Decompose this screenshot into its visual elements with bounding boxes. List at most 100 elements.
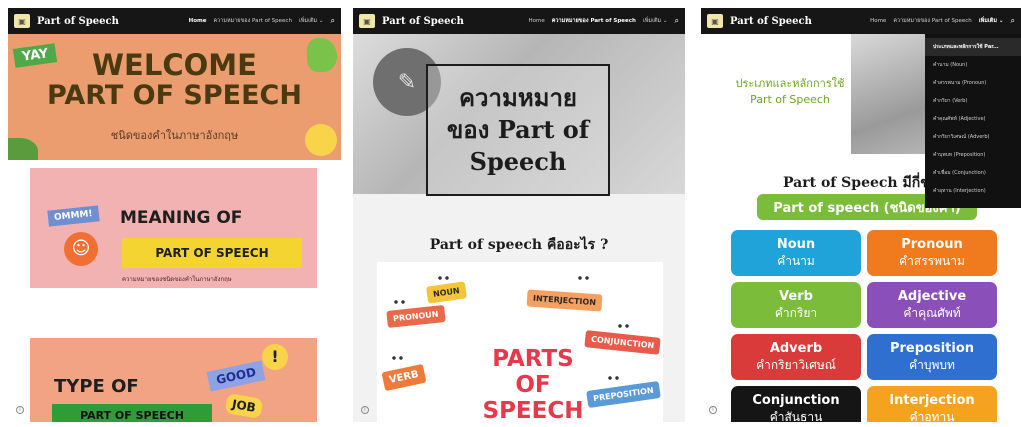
navbar: ▣ Part of Speech Home ความหมายของ Part o…	[8, 8, 341, 34]
welcome-title: WELCOME	[92, 48, 257, 82]
site-logo[interactable]: ▣	[707, 14, 723, 28]
tile-adjective[interactable]: Adjective คำคุณศัพท์	[867, 282, 997, 328]
site-title[interactable]: Part of Speech	[37, 16, 119, 27]
tile-verb[interactable]: Verb คำกริยา	[731, 282, 861, 328]
tile-th: คำนาม	[777, 254, 815, 268]
menu-item-conjunction[interactable]: คำเชื่อม (Conjunction)	[925, 164, 1021, 182]
screenshot-types: ▣ Part of Speech Home ความหมายของ Part o…	[701, 8, 1021, 422]
types-lead-line2: Part of Speech	[750, 93, 830, 106]
meaning-card[interactable]: OMMM! ☺ MEANING OF PART OF SPEECH ความหม…	[30, 168, 317, 288]
menu-item-verb[interactable]: คำกริยา (Verb)	[925, 92, 1021, 110]
question-heading: Part of speech คืออะไร ?	[429, 237, 609, 253]
nav-home[interactable]: Home	[529, 18, 545, 24]
nav-more[interactable]: เพิ่มเติม ⌄	[299, 17, 324, 25]
site-title[interactable]: Part of Speech	[730, 16, 812, 27]
tile-en: Adverb	[769, 341, 823, 356]
info-icon[interactable]: i	[16, 406, 24, 414]
meaning-title: MEANING OF	[120, 208, 243, 228]
tag-pronoun: PRONOUN	[386, 305, 446, 328]
count-heading: Part of Speech มีกี่ชนิ	[783, 175, 940, 191]
tile-conjunction[interactable]: Conjunction คำสันธาน	[731, 386, 861, 422]
navbar: ▣ Part of Speech Home ความหมายของ Part o…	[701, 8, 1021, 34]
hero-title-frame: ความหมาย ของ Part of Speech	[426, 64, 610, 196]
eyes-icon	[437, 274, 451, 282]
nav-more[interactable]: เพิ่มเติม ⌄	[979, 17, 1004, 25]
menu-item-adverb[interactable]: คำกริยาวิเศษณ์ (Adverb)	[925, 128, 1021, 146]
eyes-icon	[391, 354, 405, 362]
tile-th: คำกริยา	[774, 306, 818, 320]
tag-verb: VERB	[381, 363, 427, 392]
hero-title-line3: Speech	[469, 147, 567, 176]
menu-item-adjective[interactable]: คำคุณศัพท์ (Adjective)	[925, 110, 1021, 128]
flower-smiley-icon: ☺	[64, 232, 98, 266]
exclamation-sticker-icon: !	[262, 344, 288, 370]
tile-en: Adjective	[897, 289, 967, 304]
parts-line3: SPEECH	[482, 398, 584, 422]
parts-of-speech-text: PARTS OF SPEECH	[473, 346, 593, 422]
tag-noun: NOUN	[426, 281, 467, 304]
tile-interjection[interactable]: Interjection คำอุทาน	[867, 386, 997, 422]
welcome-banner: YAY WELCOME PART OF SPEECH ชนิดของคำในภา…	[8, 34, 341, 160]
menu-item-types[interactable]: ประเภทและหลักการใช้ Par...	[925, 38, 1021, 56]
menu-item-pronoun[interactable]: คำสรรพนาม (Pronoun)	[925, 74, 1021, 92]
menu-item-preposition[interactable]: คำบุพบท (Preposition)	[925, 146, 1021, 164]
nav-more[interactable]: เพิ่มเติม ⌄	[643, 17, 668, 25]
type-card[interactable]: ! TYPE OF PART OF SPEECH GOOD JOB	[30, 338, 317, 422]
eyes-icon	[607, 374, 621, 382]
tile-th: คำอุทาน	[909, 410, 955, 422]
ommm-sticker: OMMM!	[47, 205, 100, 227]
info-icon[interactable]: i	[361, 406, 369, 414]
eyes-icon	[617, 322, 631, 330]
meaning-box: PART OF SPEECH	[122, 238, 302, 268]
tag-interjection: INTERJECTION	[526, 289, 603, 312]
smiley-sticker-icon	[305, 124, 337, 156]
search-icon[interactable]: ⌕	[675, 16, 679, 26]
tile-en: Conjunction	[752, 393, 840, 408]
menu-item-interjection[interactable]: คำอุทาน (Interjection)	[925, 182, 1021, 200]
type-title: TYPE OF	[54, 376, 139, 397]
nav-home[interactable]: Home	[870, 18, 886, 24]
nav-home[interactable]: Home	[189, 18, 207, 24]
tile-th: คำคุณศัพท์	[903, 306, 961, 320]
tile-en: Noun	[776, 237, 816, 252]
tile-th: คำสรรพนาม	[899, 254, 965, 268]
tile-th: คำสันธาน	[769, 410, 823, 422]
tile-en: Interjection	[889, 393, 975, 408]
eyes-icon	[577, 274, 591, 282]
parts-line1: PARTS	[492, 346, 574, 372]
nav-meaning[interactable]: ความหมายของ Part of Speech	[893, 17, 971, 25]
menu-item-noun[interactable]: คำนาม (Noun)	[925, 56, 1021, 74]
nav-meaning[interactable]: ความหมายของ Part of Speech	[552, 17, 636, 25]
parts-of-speech-illustration: NOUN INTERJECTION PRONOUN CONJUNCTION VE…	[377, 262, 663, 422]
screenshot-welcome: ▣ Part of Speech Home ความหมายของ Part o…	[8, 8, 341, 422]
job-sticker: JOB	[224, 393, 264, 419]
site-logo[interactable]: ▣	[359, 14, 375, 28]
more-dropdown-menu: ประเภทและหลักการใช้ Par... คำนาม (Noun) …	[925, 34, 1021, 208]
nav-menu: Home ความหมายของ Part of Speech เพิ่มเติ…	[870, 16, 1015, 26]
types-lead: ประเภทและหลักการใช้ Part of Speech	[715, 76, 865, 108]
search-icon[interactable]: ⌕	[331, 16, 335, 26]
tile-th: คำกริยาวิเศษณ์	[756, 358, 836, 372]
nav-menu: Home ความหมายของ Part of Speech เพิ่มเติ…	[529, 16, 680, 26]
parts-line2: OF	[515, 372, 551, 398]
welcome-subtitle: ชนิดของคำในภาษาอังกฤษ	[110, 129, 239, 142]
hero-title-line2: ของ Part of	[446, 115, 590, 144]
type-box: PART OF SPEECH	[52, 404, 212, 422]
site-title[interactable]: Part of Speech	[382, 16, 464, 27]
tile-noun[interactable]: Noun คำนาม	[731, 230, 861, 276]
hero-title-line1: ความหมาย	[458, 83, 577, 112]
tile-en: Pronoun	[901, 237, 963, 252]
nav-meaning[interactable]: ความหมายของ Part of Speech	[213, 17, 291, 25]
info-icon[interactable]: i	[709, 406, 717, 414]
welcome-title-sub: PART OF SPEECH	[47, 80, 302, 111]
tile-preposition[interactable]: Preposition คำบุพบท	[867, 334, 997, 380]
good-sticker: GOOD	[206, 360, 266, 392]
tile-adverb[interactable]: Adverb คำกริยาวิเศษณ์	[731, 334, 861, 380]
tile-en: Verb	[779, 289, 813, 304]
tile-en: Preposition	[889, 341, 975, 356]
site-logo[interactable]: ▣	[14, 14, 30, 28]
meaning-hero: ✎ ความหมาย ของ Part of Speech	[353, 34, 685, 196]
types-lead-line1: ประเภทและหลักการใช้	[735, 77, 845, 90]
search-icon[interactable]: ⌕	[1011, 16, 1015, 26]
tile-pronoun[interactable]: Pronoun คำสรรพนาม	[867, 230, 997, 276]
